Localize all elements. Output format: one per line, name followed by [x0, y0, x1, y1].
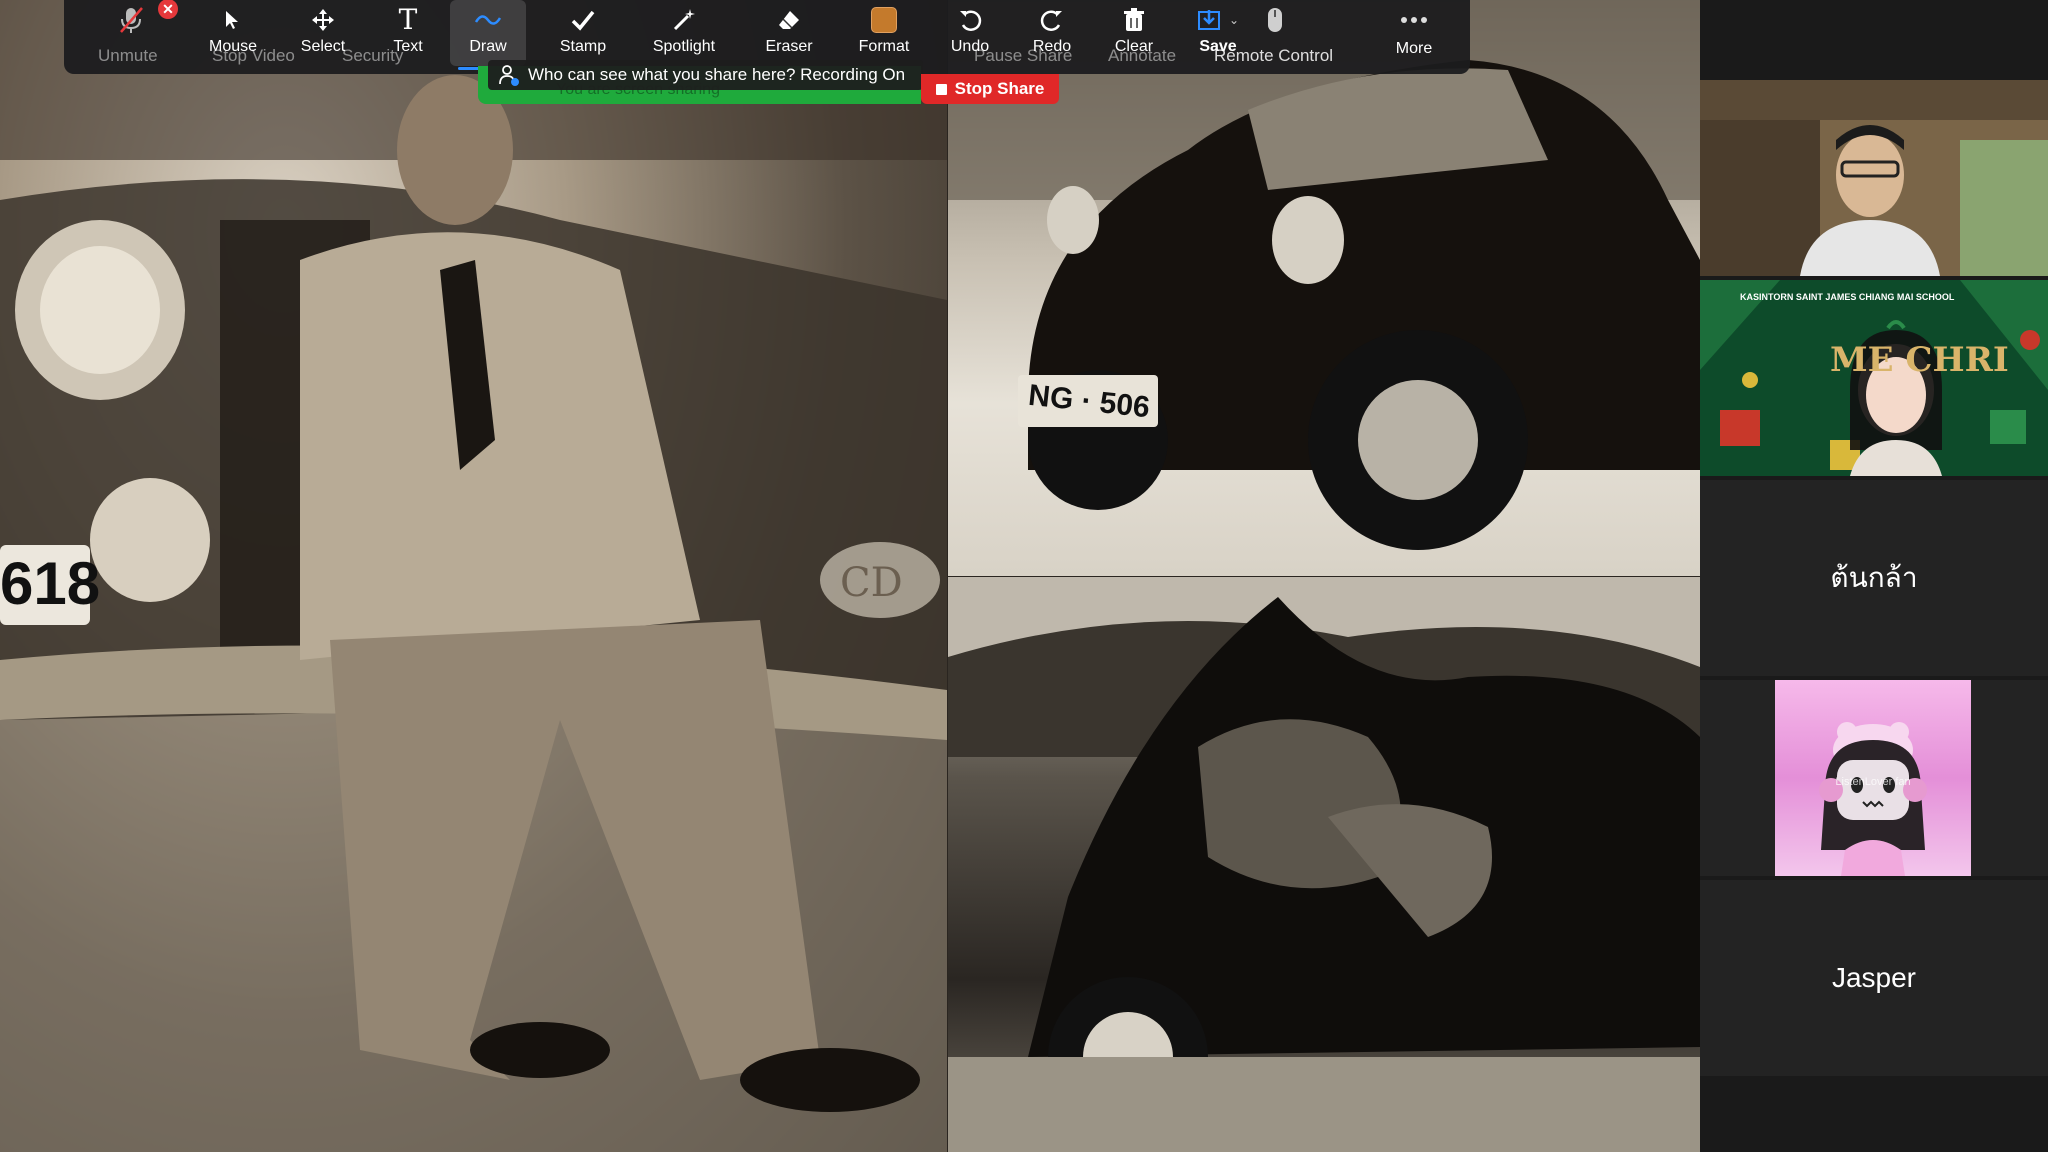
who-can-see-text: Who can see what you share here? Recordi…: [528, 65, 906, 84]
draw-tool-label: Draw: [469, 38, 507, 55]
stamp-tool-button[interactable]: Stamp: [538, 0, 628, 66]
photo-wrecked-car-illustration: [948, 577, 1700, 1152]
photo-wrecked-car: [948, 577, 1700, 1152]
draw-squiggle-icon: [472, 4, 504, 36]
photo-man-with-car-illustration: [0, 0, 947, 1152]
participant-video-1: [1700, 80, 2048, 276]
person-lock-icon: [499, 65, 519, 86]
mouse-tool-label: Mouse: [208, 38, 258, 55]
remote-control-mouse-button[interactable]: [1260, 0, 1290, 66]
unmute-button[interactable]: [98, 0, 164, 66]
color-swatch-icon: [868, 4, 900, 36]
unmute-close-badge-icon[interactable]: ✕: [158, 0, 178, 19]
stop-share-label: Stop Share: [954, 79, 1045, 98]
participant-name-tonkla: ต้นกล้า: [1830, 562, 1918, 593]
more-label: More: [1395, 40, 1433, 57]
format-tool-label: Format: [858, 38, 910, 55]
undo-label: Undo: [950, 38, 990, 55]
trash-icon: [1118, 4, 1150, 36]
eraser-tool-label: Eraser: [765, 38, 813, 55]
mouse-tool-button[interactable]: Mouse: [192, 0, 274, 66]
save-button[interactable]: ⌄ Save: [1176, 0, 1260, 66]
participant-tile-jasper[interactable]: Jasper: [1700, 880, 2048, 1076]
clear-button[interactable]: Clear: [1096, 0, 1172, 66]
format-tool-button[interactable]: Format: [840, 0, 928, 66]
shared-screen: 618 CD NG · 506: [0, 0, 1700, 1152]
checkmark-stamp-icon: [567, 4, 599, 36]
redo-label: Redo: [1032, 38, 1072, 55]
eraser-icon: [773, 4, 805, 36]
undo-button[interactable]: Undo: [932, 0, 1008, 66]
redo-icon: [1036, 4, 1068, 36]
photo-vintage-car: NG · 506: [948, 0, 1700, 576]
move-arrows-icon: [307, 4, 339, 36]
spotlight-tool-label: Spotlight: [652, 38, 716, 55]
spotlight-tool-button[interactable]: Spotlight: [634, 0, 734, 66]
clear-label: Clear: [1114, 38, 1154, 55]
participant-name-jasper: Jasper: [1831, 962, 1917, 993]
participant-tile-avatar[interactable]: ListenLover fan: [1700, 680, 2048, 876]
stamp-tool-label: Stamp: [559, 38, 607, 55]
redo-button[interactable]: Redo: [1014, 0, 1090, 66]
save-dropdown-chevron-icon[interactable]: ⌄: [1229, 14, 1239, 26]
school-name-text: KASINTORN SAINT JAMES CHIANG MAI SCHOOL: [1740, 292, 1955, 302]
stop-share-button[interactable]: Stop Share: [921, 74, 1059, 104]
save-label: Save: [1199, 38, 1237, 55]
participant-tile-video-1[interactable]: [1700, 80, 2048, 276]
stop-square-icon: [935, 83, 947, 95]
who-can-see-tooltip[interactable]: Who can see what you share here? Recordi…: [488, 60, 923, 90]
mic-muted-icon: [115, 4, 147, 36]
text-t-icon: T: [398, 3, 418, 36]
eraser-tool-button[interactable]: Eraser: [744, 0, 834, 66]
participant-tile-video-2[interactable]: KASINTORN SAINT JAMES CHIANG MAI SCHOOL …: [1700, 280, 2048, 476]
cd-badge: CD: [840, 560, 903, 606]
participant-tile-tonkla[interactable]: ต้นกล้า: [1700, 480, 2048, 676]
photo-vintage-car-illustration: [948, 0, 1700, 550]
select-tool-label: Select: [300, 38, 346, 55]
participants-panel: KASINTORN SAINT JAMES CHIANG MAI SCHOOL …: [1700, 80, 2048, 1078]
mouse-pointer-icon: [217, 4, 249, 36]
license-plate-left: 618: [0, 550, 101, 617]
computer-mouse-icon: [1259, 4, 1291, 36]
draw-tool-button[interactable]: Draw: [450, 0, 526, 70]
save-download-icon: ⌄: [1188, 4, 1248, 36]
undo-icon: [954, 4, 986, 36]
participant-avatar-image: ListenLover fan: [1775, 680, 1971, 876]
christmas-greeting-text: ME CHRI: [1830, 340, 2009, 380]
avatar-overlay-text: ListenLover fan: [1835, 776, 1911, 788]
magic-wand-icon: [668, 4, 700, 36]
text-tool-label: Text: [393, 38, 423, 55]
photo-man-with-car: 618 CD: [0, 0, 947, 1152]
more-dots-icon: [1398, 4, 1430, 36]
select-tool-button[interactable]: Select: [282, 0, 364, 66]
text-tool-button[interactable]: T Text: [372, 0, 444, 66]
more-button[interactable]: More: [1370, 0, 1458, 66]
